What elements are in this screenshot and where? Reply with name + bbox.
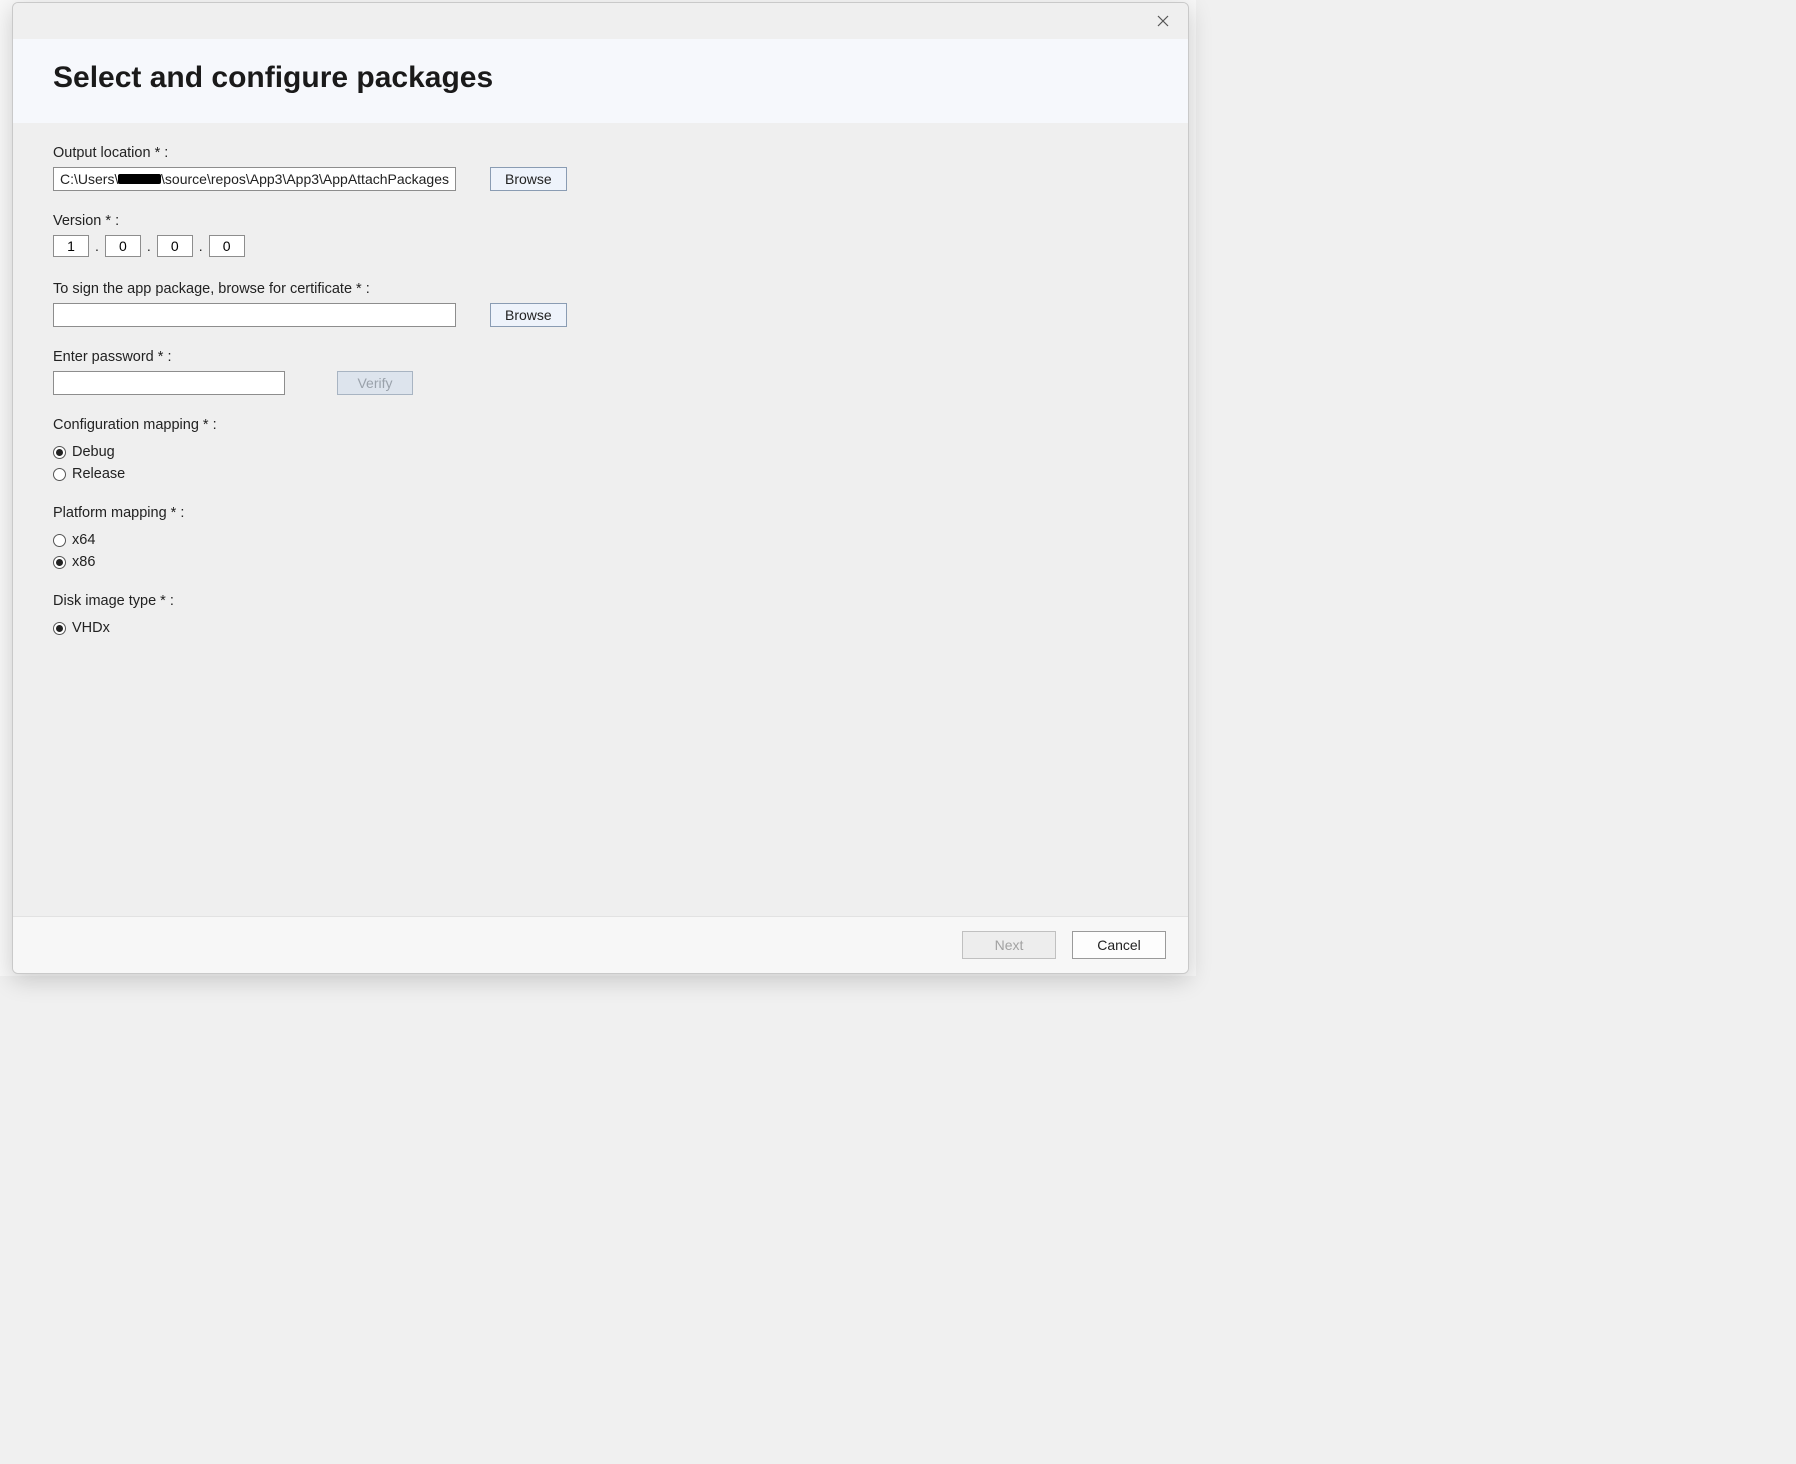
platform-mapping-label: Platform mapping * : — [53, 505, 1148, 521]
verify-button[interactable]: Verify — [337, 371, 413, 395]
close-button[interactable] — [1142, 6, 1184, 36]
output-location-input[interactable]: C:\Users\ \source\repos\App3\App3\AppAtta… — [53, 167, 456, 191]
password-input[interactable] — [53, 371, 285, 395]
radio-label: Release — [72, 466, 125, 482]
radio-icon — [53, 622, 66, 635]
version-label: Version * : — [53, 213, 1148, 229]
radio-icon — [53, 556, 66, 569]
radio-label: x86 — [72, 554, 95, 570]
titlebar — [13, 3, 1188, 39]
version-major-input[interactable] — [53, 235, 89, 257]
radio-release[interactable]: Release — [53, 463, 1148, 485]
version-dot: . — [145, 238, 153, 254]
disk-image-type-label: Disk image type * : — [53, 593, 1148, 609]
output-path-redacted — [118, 174, 161, 184]
radio-icon — [53, 534, 66, 547]
platform-mapping-group: Platform mapping * : x64 x86 — [53, 505, 1148, 573]
radio-icon — [53, 446, 66, 459]
radio-debug[interactable]: Debug — [53, 441, 1148, 463]
content: Output location * : C:\Users\ \source\rep… — [13, 123, 1188, 916]
version-patch-input[interactable] — [157, 235, 193, 257]
radio-x64[interactable]: x64 — [53, 529, 1148, 551]
configuration-mapping-group: Configuration mapping * : Debug Release — [53, 417, 1148, 485]
header: Select and configure packages — [13, 39, 1188, 123]
version-build-input[interactable] — [209, 235, 245, 257]
version-dot: . — [197, 238, 205, 254]
output-location-label: Output location * : — [53, 145, 1148, 161]
certificate-label: To sign the app package, browse for cert… — [53, 281, 1148, 297]
cancel-button[interactable]: Cancel — [1072, 931, 1166, 959]
radio-label: VHDx — [72, 620, 110, 636]
configuration-mapping-label: Configuration mapping * : — [53, 417, 1148, 433]
version-dot: . — [93, 238, 101, 254]
radio-label: Debug — [72, 444, 115, 460]
disk-image-type-group: Disk image type * : VHDx — [53, 593, 1148, 639]
footer: Next Cancel — [13, 916, 1188, 973]
dialog: Select and configure packages Output loc… — [12, 2, 1189, 974]
radio-vhdx[interactable]: VHDx — [53, 617, 1148, 639]
browse-output-button[interactable]: Browse — [490, 167, 567, 191]
output-path-suffix: \source\repos\App3\App3\AppAttachPackage… — [161, 171, 449, 187]
browse-certificate-button[interactable]: Browse — [490, 303, 567, 327]
next-button[interactable]: Next — [962, 931, 1056, 959]
radio-label: x64 — [72, 532, 95, 548]
password-label: Enter password * : — [53, 349, 1148, 365]
version-minor-input[interactable] — [105, 235, 141, 257]
close-icon — [1157, 15, 1169, 27]
radio-x86[interactable]: x86 — [53, 551, 1148, 573]
certificate-input[interactable] — [53, 303, 456, 327]
radio-icon — [53, 468, 66, 481]
page-title: Select and configure packages — [53, 61, 1148, 95]
output-path-prefix: C:\Users\ — [60, 171, 118, 187]
